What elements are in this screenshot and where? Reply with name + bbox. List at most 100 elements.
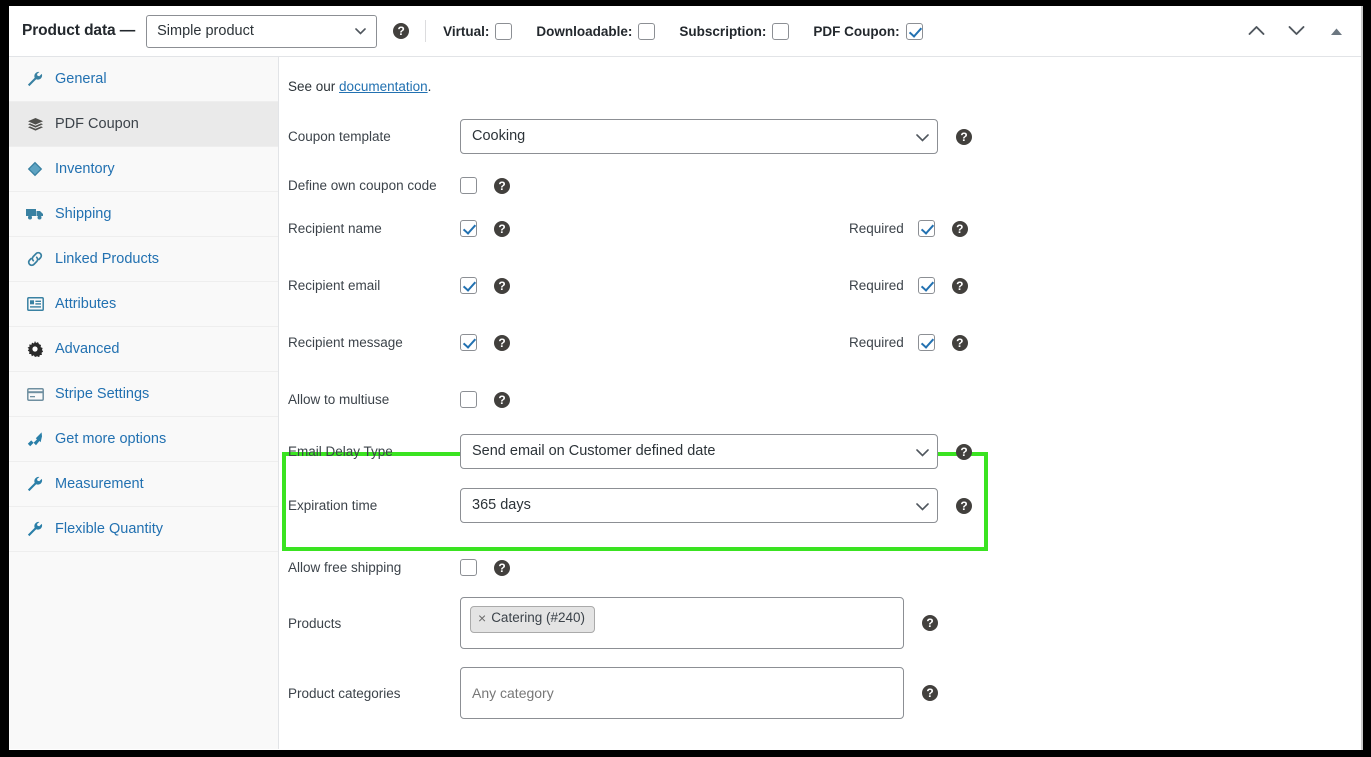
required-label: Required bbox=[849, 335, 904, 350]
coupon-template-help-icon[interactable]: ? bbox=[956, 128, 972, 145]
documentation-note: See our documentation. bbox=[279, 57, 1361, 94]
sidebar-item-linked-products[interactable]: Linked Products bbox=[9, 237, 278, 282]
sidebar-item-get-more-options[interactable]: Get more options bbox=[9, 417, 278, 462]
products-token-input[interactable]: × Catering (#240) bbox=[460, 597, 904, 649]
product-data-tabs: General PDF Coupon Inventory Shipping Li… bbox=[9, 57, 279, 749]
allow-free-shipping-field: ? bbox=[460, 559, 938, 576]
recipient-message-help-icon[interactable]: ? bbox=[494, 334, 510, 351]
product-type-select[interactable]: Simple product bbox=[146, 14, 378, 48]
recipient-name-help-icon[interactable]: ? bbox=[494, 220, 510, 237]
move-up-button[interactable] bbox=[1245, 21, 1267, 43]
sidebar-item-label: Get more options bbox=[55, 431, 167, 447]
sidebar-item-label: Attributes bbox=[55, 296, 117, 312]
recipient-email-help-icon[interactable]: ? bbox=[494, 277, 510, 294]
product-categories-help-icon[interactable]: ? bbox=[922, 685, 938, 701]
recipient-name-row: Recipient name ? Required ? bbox=[279, 220, 1361, 237]
email-delay-type-select[interactable]: Send email on Customer defined date bbox=[460, 434, 938, 469]
sidebar-item-stripe-settings[interactable]: Stripe Settings bbox=[9, 372, 278, 417]
products-row: Products × Catering (#240) ? bbox=[279, 597, 1361, 649]
product-data-header: Product data — Simple product ? Virtual:… bbox=[9, 6, 1361, 57]
product-categories-row: Product categories Any category ? bbox=[279, 667, 1361, 719]
recipient-name-checkbox[interactable] bbox=[460, 220, 477, 237]
attributes-icon bbox=[25, 295, 45, 313]
recipient-message-label: Recipient message bbox=[288, 335, 403, 350]
virtual-checkbox-row[interactable]: Virtual: bbox=[443, 22, 513, 40]
documentation-link[interactable]: documentation bbox=[339, 79, 428, 94]
expiration-time-select[interactable]: 365 days bbox=[460, 488, 938, 523]
recipient-name-required-help-icon[interactable]: ? bbox=[951, 220, 968, 237]
expiration-time-field: 365 days ? bbox=[460, 488, 972, 523]
required-label: Required bbox=[849, 221, 904, 236]
chevron-down-icon bbox=[1288, 24, 1305, 39]
triangle-up-icon bbox=[1330, 24, 1343, 39]
pdf-coupon-checkbox-row[interactable]: PDF Coupon: bbox=[813, 22, 923, 40]
recipient-email-checkbox[interactable] bbox=[460, 277, 477, 294]
recipient-message-checkbox[interactable] bbox=[460, 334, 477, 351]
email-delay-type-row: Email Delay Type Send email on Customer … bbox=[279, 434, 1361, 469]
sidebar-item-flexible-quantity[interactable]: Flexible Quantity bbox=[9, 507, 278, 552]
define-own-code-checkbox[interactable] bbox=[460, 177, 477, 194]
wrench-icon bbox=[25, 70, 45, 88]
sidebar-item-measurement[interactable]: Measurement bbox=[9, 462, 278, 507]
coupon-template-select-wrapper: Cooking bbox=[460, 119, 938, 154]
product-categories-token-input[interactable]: Any category bbox=[460, 667, 904, 719]
allow-multiuse-checkbox[interactable] bbox=[460, 391, 477, 408]
credit-card-icon bbox=[25, 385, 45, 403]
recipient-message-required-checkbox[interactable] bbox=[917, 334, 935, 351]
allow-free-shipping-help-icon[interactable]: ? bbox=[494, 559, 510, 576]
link-icon bbox=[25, 250, 45, 268]
subscription-label: Subscription: bbox=[679, 23, 767, 39]
allow-free-shipping-row: Allow free shipping ? bbox=[279, 559, 1361, 576]
window-frame: Product data — Simple product ? Virtual:… bbox=[0, 0, 1371, 757]
product-type-help-icon[interactable]: ? bbox=[393, 23, 410, 39]
define-own-code-label: Define own coupon code bbox=[288, 178, 437, 193]
recipient-email-required-checkbox[interactable] bbox=[917, 277, 935, 294]
product-token-label: Catering (#240) bbox=[491, 610, 585, 626]
pdf-coupon-checkbox[interactable] bbox=[905, 22, 923, 40]
virtual-checkbox[interactable] bbox=[495, 22, 513, 40]
pdf-coupon-settings-panel: See our documentation. Coupon template C… bbox=[279, 57, 1361, 749]
recipient-email-row: Recipient email ? Required ? bbox=[279, 277, 1361, 294]
sidebar-item-label: Linked Products bbox=[55, 251, 159, 267]
recipient-email-required-help-icon[interactable]: ? bbox=[951, 277, 968, 294]
email-delay-type-label: Email Delay Type bbox=[288, 444, 393, 459]
downloadable-checkbox[interactable] bbox=[638, 22, 656, 40]
sidebar-item-shipping[interactable]: Shipping bbox=[9, 192, 278, 237]
sidebar-item-inventory[interactable]: Inventory bbox=[9, 147, 278, 192]
product-type-select-wrapper: Simple product bbox=[146, 14, 378, 48]
allow-multiuse-field: ? bbox=[460, 391, 938, 408]
pdf-coupon-label: PDF Coupon: bbox=[813, 23, 900, 39]
expiration-time-help-icon[interactable]: ? bbox=[956, 497, 972, 514]
products-label: Products bbox=[288, 615, 342, 631]
product-token[interactable]: × Catering (#240) bbox=[470, 606, 595, 633]
email-delay-type-help-icon[interactable]: ? bbox=[956, 443, 972, 460]
coupon-template-select[interactable]: Cooking bbox=[460, 119, 938, 154]
sidebar-item-label: Flexible Quantity bbox=[55, 521, 163, 537]
sidebar-item-advanced[interactable]: Advanced bbox=[9, 327, 278, 372]
sidebar-item-label: Measurement bbox=[55, 476, 144, 492]
products-help-icon[interactable]: ? bbox=[922, 615, 938, 631]
subscription-checkbox[interactable] bbox=[772, 22, 790, 40]
product-categories-field: Any category ? bbox=[460, 667, 938, 719]
downloadable-checkbox-row[interactable]: Downloadable: bbox=[536, 22, 656, 40]
recipient-name-required-checkbox[interactable] bbox=[917, 220, 935, 237]
expiration-time-label: Expiration time bbox=[288, 498, 378, 513]
doc-note-suffix: . bbox=[427, 79, 432, 94]
allow-free-shipping-checkbox[interactable] bbox=[460, 559, 477, 576]
recipient-message-required-help-icon[interactable]: ? bbox=[951, 334, 968, 351]
subscription-checkbox-row[interactable]: Subscription: bbox=[679, 22, 790, 40]
define-own-code-help-icon[interactable]: ? bbox=[494, 177, 510, 194]
product-data-panel: Product data — Simple product ? Virtual:… bbox=[9, 6, 1363, 750]
define-own-code-field: ? bbox=[460, 177, 938, 194]
allow-multiuse-help-icon[interactable]: ? bbox=[494, 391, 510, 408]
sidebar-item-label: PDF Coupon bbox=[55, 116, 139, 132]
sidebar-item-attributes[interactable]: Attributes bbox=[9, 282, 278, 327]
coupon-template-row: Coupon template Cooking ? bbox=[279, 119, 1361, 154]
sidebar-item-label: General bbox=[55, 71, 107, 87]
wrench-icon bbox=[25, 520, 45, 538]
move-down-button[interactable] bbox=[1285, 21, 1307, 43]
toggle-panel-button[interactable] bbox=[1325, 21, 1347, 43]
sidebar-item-pdf-coupon[interactable]: PDF Coupon bbox=[9, 102, 278, 147]
remove-token-icon[interactable]: × bbox=[478, 610, 486, 628]
sidebar-item-general[interactable]: General bbox=[9, 57, 278, 102]
